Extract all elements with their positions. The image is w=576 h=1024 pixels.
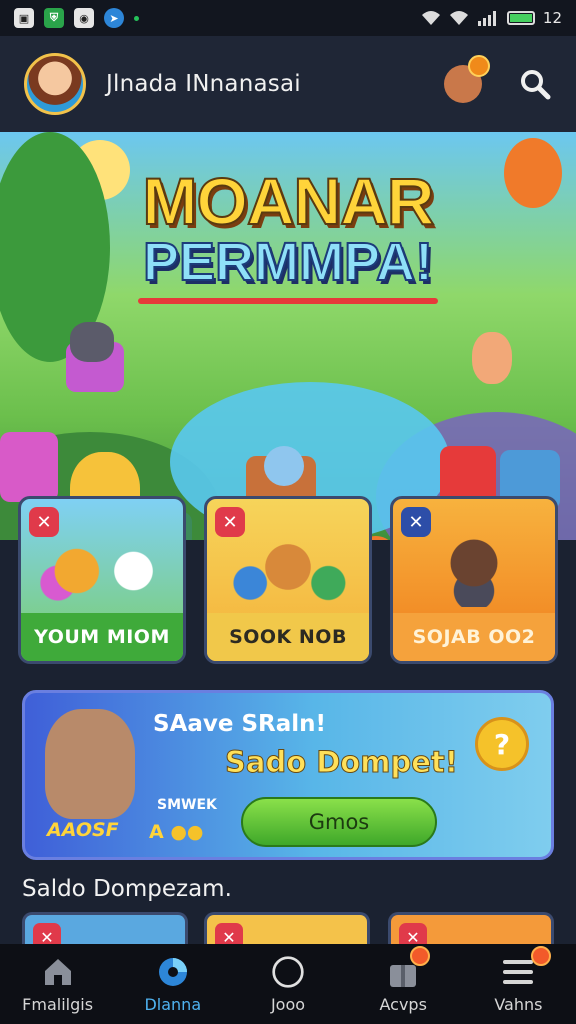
game-card-row: ✕ YOUM MIOM ✕ SOOK NOB ✕ SOJAB OO2: [18, 496, 558, 664]
discover-icon: [156, 955, 190, 989]
promo-card[interactable]: AAOSF SAave SRaln! Sado Dompet! SMWEK A …: [22, 690, 554, 860]
promo-title: SAave SRaln!: [153, 711, 327, 737]
signal-icon: [477, 11, 496, 26]
promo-coins-text: A: [149, 821, 164, 843]
notification-dot: [134, 15, 139, 21]
promo-coins: A ●●: [149, 821, 204, 843]
close-icon[interactable]: ✕: [401, 507, 431, 537]
coin-icon: ●●: [170, 821, 204, 843]
wifi-icon: [449, 11, 468, 25]
chest-character: [264, 446, 304, 486]
wifi-icon: [421, 11, 440, 25]
status-bar-system: 12: [421, 9, 562, 27]
wolf-character: [70, 322, 114, 362]
promo-headline: Sado Dompet!: [225, 745, 459, 780]
nav-item-discover[interactable]: Dlanna: [115, 944, 230, 1024]
nav-label: Dlanna: [144, 994, 202, 1014]
bag-icon[interactable]: [444, 55, 490, 103]
search-icon[interactable]: [518, 67, 552, 101]
notification-badge: [468, 55, 490, 77]
bunny-caption: AAOSF: [47, 819, 119, 841]
close-icon[interactable]: ✕: [29, 507, 59, 537]
banner-title-line2: PERMMPA!: [142, 231, 434, 293]
nav-item-gifts[interactable]: Acvps: [346, 944, 461, 1024]
hero-banner[interactable]: MOANAR PERMMPA!: [0, 132, 576, 540]
close-icon[interactable]: ✕: [215, 507, 245, 537]
notification-badge: [530, 946, 551, 966]
bear-character: [472, 332, 512, 384]
nav-label: Fmalilgis: [22, 994, 94, 1014]
image-icon: ▣: [14, 8, 34, 28]
avatar[interactable]: [24, 53, 86, 115]
nav-label: Acvps: [379, 994, 427, 1014]
section-title: Saldo Dompezam.: [22, 876, 232, 902]
telegram-icon: ➤: [104, 8, 124, 28]
game-card-label: SOJAB OO2: [393, 613, 555, 661]
status-bar-notifications: ▣ ⛨ ◉ ➤: [14, 8, 139, 28]
bottom-nav: Fmalilgis Dlanna Jooo Acvps Vahns: [0, 944, 576, 1024]
bunny-character: [45, 709, 135, 819]
promo-sub-label: SMWEK: [157, 797, 217, 813]
header-actions: [444, 55, 552, 103]
promo-cta-button[interactable]: Gmos: [241, 797, 437, 847]
game-card-label: YOUM MIOM: [21, 613, 183, 661]
game-card-art: [225, 527, 351, 607]
app-header: Jlnada INnanasai: [0, 36, 576, 132]
banner-title: MOANAR PERMMPA!: [0, 163, 576, 304]
status-time: 12: [542, 9, 562, 27]
banner-title-underline: [138, 298, 438, 304]
username: Jlnada INnanasai: [106, 71, 301, 97]
coin-icon: ?: [475, 717, 529, 771]
shield-icon: ⛨: [44, 8, 64, 28]
messenger-icon: ◉: [74, 8, 94, 28]
game-card[interactable]: ✕ YOUM MIOM: [18, 496, 186, 664]
game-card[interactable]: ✕ SOOK NOB: [204, 496, 372, 664]
game-card[interactable]: ✕ SOJAB OO2: [390, 496, 558, 664]
game-card-art: [39, 527, 165, 607]
nav-item-center[interactable]: Jooo: [230, 944, 345, 1024]
banner-title-line1: MOANAR: [142, 163, 436, 239]
toy-block: [0, 432, 58, 502]
game-card-label: SOOK NOB: [207, 613, 369, 661]
nav-label: Vahns: [494, 994, 543, 1014]
circle-icon: [271, 955, 305, 989]
notification-badge: [409, 946, 430, 966]
home-icon: [41, 955, 75, 989]
menu-icon: [501, 955, 535, 989]
status-bar: ▣ ⛨ ◉ ➤ 12: [0, 0, 576, 36]
battery-icon: [506, 11, 535, 25]
nav-item-menu[interactable]: Vahns: [461, 944, 576, 1024]
game-card-art: [411, 527, 537, 607]
nav-label: Jooo: [270, 994, 306, 1014]
nav-item-home[interactable]: Fmalilgis: [0, 944, 115, 1024]
